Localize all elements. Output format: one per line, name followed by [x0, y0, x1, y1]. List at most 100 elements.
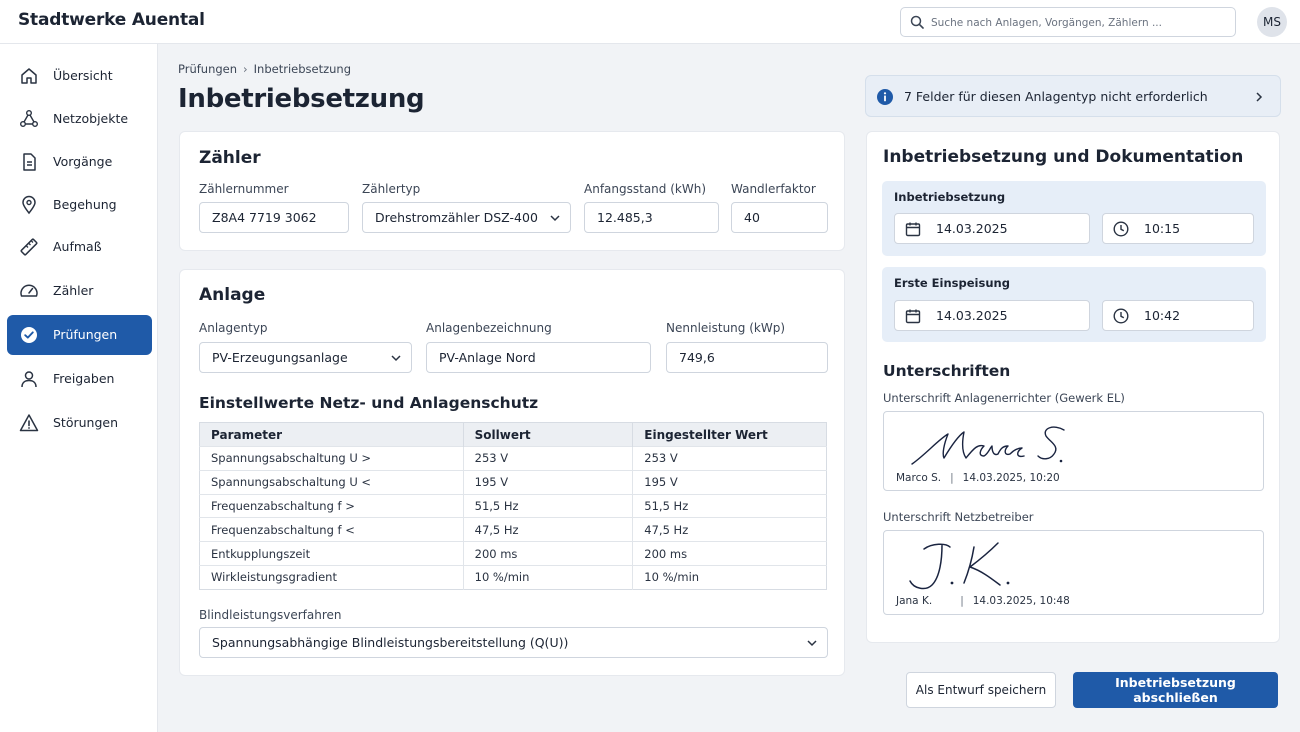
user-icon [21, 371, 37, 388]
einspeisung-time-field[interactable]: 10:42 [1102, 300, 1254, 331]
calendar-icon [905, 309, 921, 324]
inbetriebsetzung-date-field[interactable]: 14.03.2025 [894, 213, 1090, 244]
table-cell: 200 ms [463, 541, 634, 566]
blindleistung-label: Blindleistungsverfahren [199, 608, 342, 622]
search-input[interactable] [931, 13, 1231, 33]
chevron-down-icon [807, 640, 817, 647]
document-icon [23, 153, 36, 171]
table-cell[interactable]: 200 ms [632, 541, 827, 566]
signature-1-meta: Marco S. | 14.03.2025, 10:20 [896, 472, 1060, 484]
signature-2-meta: Jana K. | 14.03.2025, 10:48 [896, 595, 1070, 607]
nennleistung-field[interactable]: 749,6 [666, 342, 828, 373]
table-row: Frequenzabschaltung f >51,5 Hz 51,5 Hz [199, 493, 827, 518]
brand-name[interactable]: Stadtwerke Auental [18, 10, 205, 30]
schutz-title: Einstellwerte Netz- und Anlagenschutz [199, 394, 539, 412]
zaehlertyp-select[interactable]: Drehstromzähler DSZ-400 [362, 202, 571, 233]
table-cell[interactable]: 253 V [632, 446, 827, 471]
signature-1-timestamp: 14.03.2025, 10:20 [962, 472, 1060, 484]
table-row: Spannungsabschaltung U >253 V 253 V [199, 446, 827, 471]
signature-1-box[interactable]: Marco S. | 14.03.2025, 10:20 [883, 411, 1264, 491]
zaehler-card: Zähler Zählernummer Z8A4 7719 3062 Zähle… [179, 131, 845, 251]
einspeisung-time: 10:42 [1144, 308, 1181, 323]
table-cell: 253 V [463, 446, 634, 471]
zaehlernummer-field[interactable]: Z8A4 7719 3062 [199, 202, 349, 233]
anlagentyp-label: Anlagentyp [199, 321, 268, 335]
sidebar: Übersicht Netzobjekte Vorgänge Begehung … [0, 44, 158, 732]
network-icon [20, 110, 38, 127]
signature-2-timestamp: 14.03.2025, 10:48 [972, 595, 1070, 607]
signature-1-label: Unterschrift Anlagenerrichter (Gewerk EL… [883, 391, 1125, 405]
breadcrumb-parent[interactable]: Prüfungen [178, 62, 237, 76]
sidebar-item-netzobjekte[interactable]: Netzobjekte [7, 99, 152, 139]
sidebar-item-label: Vorgänge [53, 154, 113, 169]
wandlerfaktor-label: Wandlerfaktor [731, 182, 816, 196]
anlagentyp-value: PV-Erzeugungsanlage [212, 350, 348, 365]
table-cell: Frequenzabschaltung f < [199, 517, 464, 542]
sidebar-item-aufmass[interactable]: Aufmaß [7, 227, 152, 267]
search-icon [910, 15, 924, 29]
table-cell[interactable]: 195 V [632, 469, 827, 495]
nennleistung-label: Nennleistung (kWp) [666, 321, 786, 335]
ruler-icon [20, 238, 38, 256]
anfangsstand-label: Anfangsstand (kWh) [584, 182, 706, 196]
table-cell[interactable]: 51,5 Hz [632, 493, 827, 518]
top-bar: Stadtwerke Auental MS [0, 0, 1300, 44]
info-icon [877, 89, 893, 105]
sidebar-item-label: Freigaben [53, 371, 115, 386]
banner-text: 7 Felder für diesen Anlagentyp nicht erf… [904, 89, 1208, 104]
zaehler-title: Zähler [199, 148, 261, 168]
check-circle-icon [21, 327, 37, 343]
anlagenbezeichnung-field[interactable]: PV-Anlage Nord [426, 342, 651, 373]
inbetriebsetzung-date: 14.03.2025 [936, 221, 1008, 236]
chevron-right-icon: › [243, 62, 248, 76]
user-avatar[interactable]: MS [1257, 7, 1287, 37]
anlagentyp-select[interactable]: PV-Erzeugungsanlage [199, 342, 412, 373]
sidebar-item-label: Störungen [53, 415, 119, 430]
signature-2-box[interactable]: Jana K. | 14.03.2025, 10:48 [883, 530, 1264, 615]
chevron-down-icon [550, 215, 560, 222]
signature-2-name: Jana K. [896, 595, 933, 607]
table-header-row: Parameter Sollwert Eingestellter Wert [199, 422, 827, 447]
sidebar-item-vorgaenge[interactable]: Vorgänge [7, 142, 152, 182]
clock-icon [1113, 308, 1129, 324]
table-cell[interactable]: 10 %/min [632, 564, 827, 590]
anfangsstand-field[interactable]: 12.485,3 [584, 202, 719, 233]
signature-2-label: Unterschrift Netzbetreiber [883, 510, 1034, 524]
blindleistung-select[interactable]: Spannungsabhängige Blindleistungsbereits… [199, 627, 828, 658]
table-cell: Wirkleistungsgradient [199, 564, 464, 590]
table-cell: Entkupplungszeit [199, 541, 464, 566]
sidebar-item-label: Prüfungen [53, 327, 118, 342]
table-cell[interactable]: 47,5 Hz [632, 517, 827, 542]
home-icon [21, 68, 37, 84]
chevron-right-icon [1256, 92, 1263, 102]
table-cell: 10 %/min [463, 564, 634, 590]
sidebar-item-stoerungen[interactable]: Störungen [7, 403, 152, 443]
warning-icon [19, 414, 39, 432]
save-draft-button[interactable]: Als Entwurf speichern [906, 672, 1056, 708]
sidebar-item-begehung[interactable]: Begehung [7, 185, 152, 225]
inbetriebsetzung-time-field[interactable]: 10:15 [1102, 213, 1254, 244]
table-cell: Frequenzabschaltung f > [199, 493, 464, 518]
breadcrumb-current: Inbetriebsetzung [253, 62, 352, 76]
table-row: Wirkleistungsgradient 10 %/min 10 %/min [199, 564, 827, 590]
anlagenbezeichnung-label: Anlagenbezeichnung [426, 321, 552, 335]
anlage-title: Anlage [199, 285, 266, 305]
info-banner[interactable]: 7 Felder für diesen Anlagentyp nicht erf… [865, 75, 1281, 117]
einspeisung-label: Erste Einspeisung [894, 276, 1010, 290]
location-pin-icon [22, 195, 36, 215]
sidebar-item-pruefungen[interactable]: Prüfungen [7, 315, 152, 355]
sidebar-item-uebersicht[interactable]: Übersicht [7, 56, 152, 96]
wandlerfaktor-field[interactable]: 40 [731, 202, 828, 233]
finish-commissioning-button[interactable]: Inbetriebsetzung abschließen [1073, 672, 1278, 708]
sidebar-item-freigaben[interactable]: Freigaben [7, 359, 152, 399]
table-cell: 51,5 Hz [463, 493, 634, 518]
column-header: Sollwert [463, 422, 634, 447]
sidebar-item-zaehler[interactable]: Zähler [7, 271, 152, 311]
einspeisung-date-field[interactable]: 14.03.2025 [894, 300, 1090, 331]
inbetriebsetzung-time: 10:15 [1144, 221, 1181, 236]
search-box[interactable] [900, 7, 1236, 37]
page-title: Inbetriebsetzung [178, 84, 425, 114]
table-cell: 195 V [463, 469, 634, 495]
signature-1-name: Marco S. [896, 472, 942, 484]
dokumentation-title: Inbetriebsetzung und Dokumentation [883, 147, 1244, 167]
